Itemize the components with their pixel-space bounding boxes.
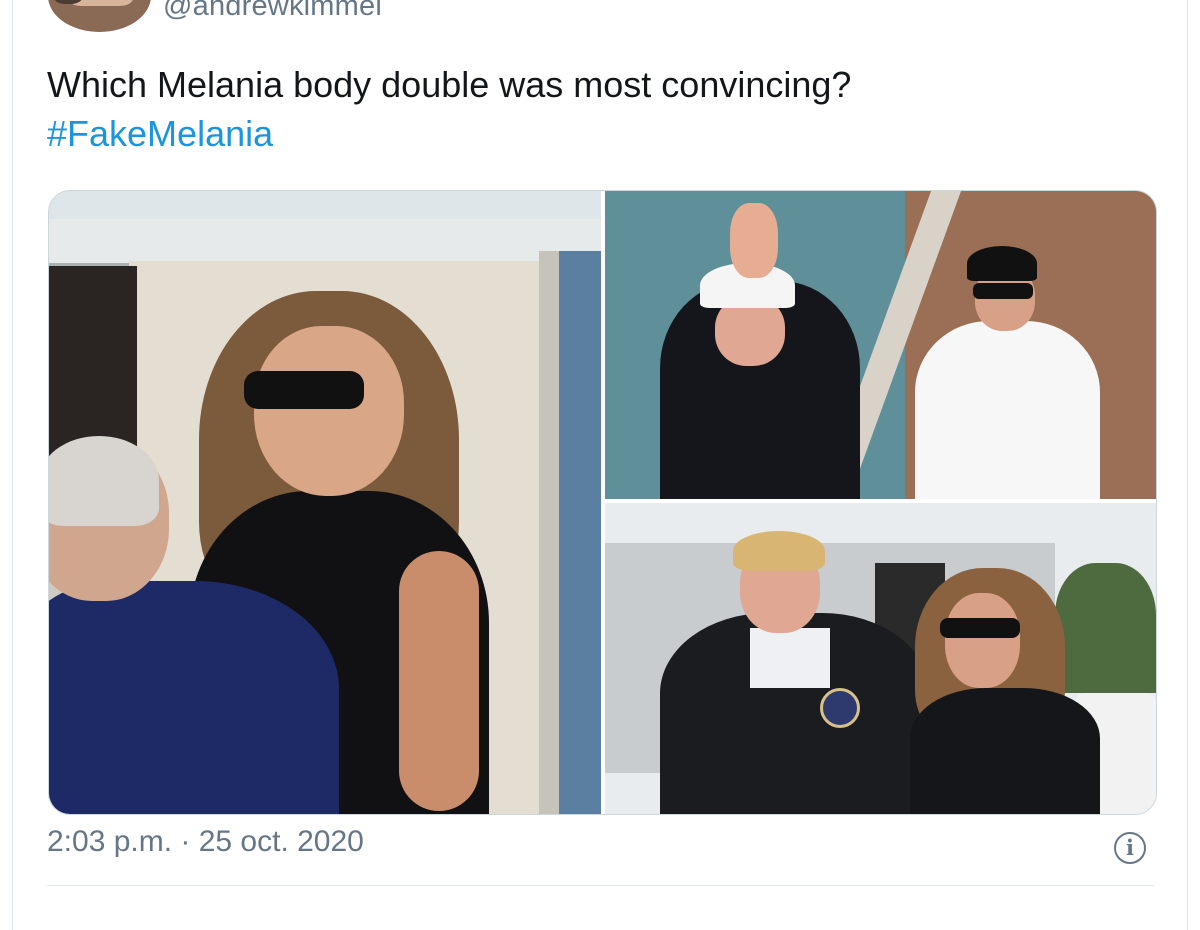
tweet-body: Which Melania body double was most convi… <box>47 64 852 105</box>
info-icon[interactable]: i <box>1114 832 1146 864</box>
tweet-text: Which Melania body double was most convi… <box>47 60 1147 158</box>
tweet-timestamp[interactable]: 2:03 p.m. · 25 oct. 2020 <box>47 825 364 859</box>
photo-1[interactable] <box>49 191 601 814</box>
media-grid <box>48 190 1157 815</box>
hashtag-link[interactable]: #FakeMelania <box>47 109 1147 158</box>
photo-2[interactable] <box>605 191 1156 499</box>
user-handle[interactable]: @andrewkimmel <box>163 0 382 23</box>
photo-3[interactable] <box>605 503 1156 814</box>
avatar[interactable] <box>48 0 151 32</box>
tweet-card: @andrewkimmel Which Melania body double … <box>12 0 1188 930</box>
divider <box>47 885 1154 886</box>
